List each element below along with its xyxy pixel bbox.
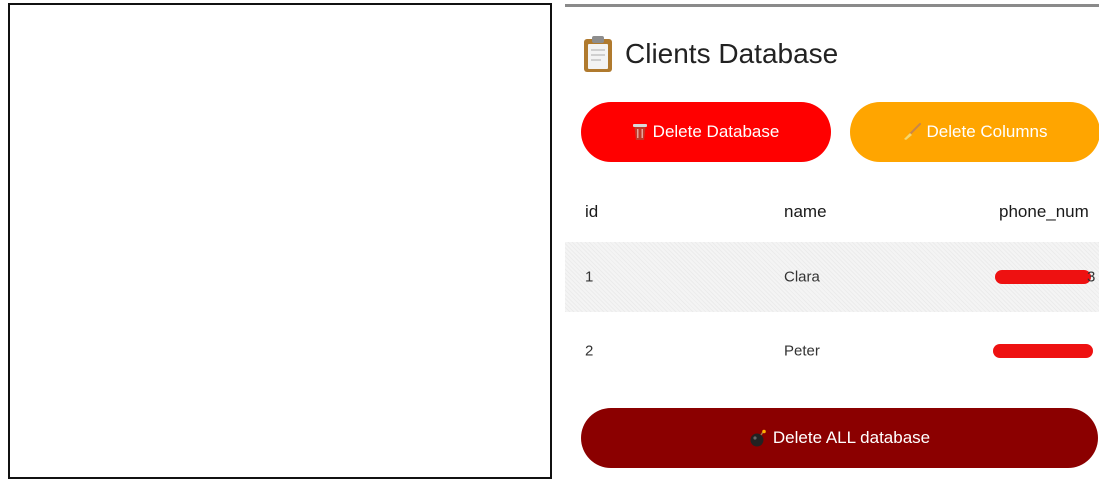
table-row[interactable]: 1 Clara 3 [565, 242, 1099, 312]
broom-icon [903, 123, 921, 140]
cell-id: 2 [585, 342, 594, 360]
table-header-row: id name phone_num [565, 182, 1099, 242]
redacted-phone [993, 344, 1093, 358]
delete-columns-label: Delete Columns [926, 122, 1048, 141]
top-border [565, 4, 1099, 7]
cell-name: Peter [784, 342, 820, 360]
column-header-phone: phone_num [999, 202, 1089, 221]
trash-icon [632, 124, 647, 140]
clients-database-app: Clients Database Delete Database Delete … [565, 0, 1099, 481]
redacted-phone [995, 270, 1091, 284]
column-header-name: name [784, 202, 827, 221]
clipboard-icon [584, 36, 612, 72]
table-row[interactable]: 2 Peter [565, 312, 1099, 390]
page-title: Clients Database [625, 38, 839, 69]
delete-all-database-button[interactable]: Delete ALL database [581, 408, 1098, 468]
cell-phone-visible: 3 [1087, 268, 1096, 286]
cell-name: Clara [784, 268, 820, 286]
cell-id: 1 [585, 268, 594, 286]
delete-database-button[interactable]: Delete Database [581, 102, 831, 162]
title-row: Clients Database [583, 34, 838, 74]
bomb-icon [750, 429, 766, 447]
blank-panel [8, 3, 552, 479]
column-header-id: id [585, 202, 599, 221]
clients-table: id name phone_num 1 Clara 3 2 Peter [565, 182, 1099, 390]
delete-database-label: Delete Database [652, 122, 780, 141]
delete-all-label: Delete ALL database [772, 428, 931, 447]
delete-columns-button[interactable]: Delete Columns [850, 102, 1099, 162]
